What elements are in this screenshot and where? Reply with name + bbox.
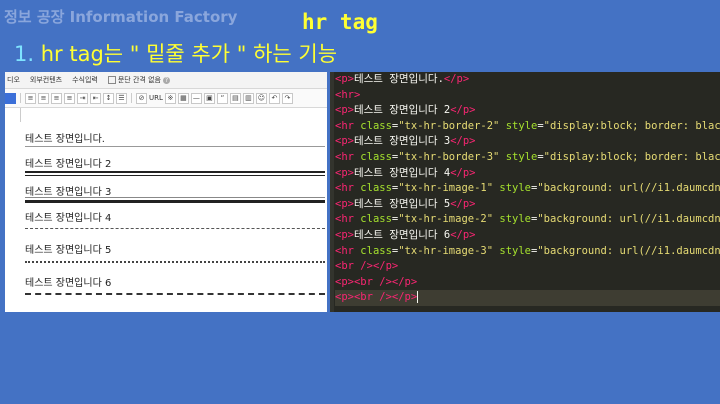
code-line: <hr class="tx-hr-border-3" style="displa… bbox=[335, 150, 720, 163]
list-icon[interactable]: ☰ bbox=[116, 92, 127, 104]
toolbar-divider bbox=[20, 93, 21, 103]
text-cursor bbox=[417, 291, 419, 304]
align-left-icon[interactable]: ≡ bbox=[25, 92, 36, 104]
horizontal-rule bbox=[25, 171, 325, 176]
editor-paragraph: 테스트 장면입니다 6 bbox=[25, 278, 112, 289]
table-icon[interactable]: ▦ bbox=[177, 92, 189, 104]
outdent-icon[interactable]: ⇤ bbox=[90, 92, 101, 104]
code-line: <p>테스트 장면입니다 6</p> bbox=[335, 228, 476, 241]
editor-paragraph: 테스트 장면입니다 3 bbox=[25, 187, 112, 198]
code-line: <p><br /></p> bbox=[335, 290, 720, 306]
editor-screenshot: 디오 외부컨텐츠 수식입력 문단 간격 없음? ≡ ≡ ≡ ≡ ⇥ ⇤ ↕ ☰ … bbox=[5, 72, 327, 312]
code-line: <p>테스트 장면입니다 2</p> bbox=[335, 104, 476, 117]
align-center-icon[interactable]: ≡ bbox=[38, 92, 49, 104]
heading-number: 1. bbox=[14, 42, 35, 66]
horizontal-rule bbox=[25, 261, 325, 263]
link-icon[interactable]: ⊘ bbox=[136, 92, 147, 104]
code-icon[interactable]: ▤ bbox=[229, 92, 241, 104]
code-line: <p><br /></p> bbox=[335, 275, 418, 288]
code-line: <hr> bbox=[335, 88, 361, 101]
code-line: <p>테스트 장면입니다 5</p> bbox=[335, 197, 476, 210]
tag-label: hr tag bbox=[302, 10, 378, 34]
code-line: <hr class="tx-hr-image-1" style="backgro… bbox=[335, 182, 720, 195]
emoticon-icon[interactable]: ☺ bbox=[255, 92, 267, 104]
horizontal-rule bbox=[25, 197, 325, 203]
editor-ruler bbox=[5, 108, 21, 122]
code-line: <hr class="tx-hr-image-2" style="backgro… bbox=[335, 213, 720, 226]
horizontal-rule bbox=[25, 228, 325, 229]
code-line: <p>테스트 장면입니다 3</p> bbox=[335, 135, 476, 148]
html-source-panel[interactable]: <p>테스트 장면입니다.</p> <hr> <p>테스트 장면입니다 2</p> <… bbox=[330, 72, 720, 312]
align-right-icon[interactable]: ≡ bbox=[51, 92, 62, 104]
watermark: 정보 공장 Information Factory bbox=[4, 8, 238, 26]
tab-external-content[interactable]: 외부컨텐츠 bbox=[30, 75, 62, 85]
tab-formula[interactable]: 수식입력 bbox=[72, 75, 98, 85]
undo-icon[interactable]: ↶ bbox=[268, 92, 280, 104]
editor-paragraph: 테스트 장면입니다 4 bbox=[25, 213, 112, 224]
code-line: <p>테스트 장면입니다 4</p> bbox=[335, 166, 476, 179]
special-char-icon[interactable]: ※ bbox=[164, 92, 176, 104]
align-justify-icon[interactable]: ≡ bbox=[64, 92, 75, 104]
toolbar-divider bbox=[131, 93, 132, 103]
horizontal-rule bbox=[25, 293, 325, 295]
editor-paragraph: 테스트 장면입니다 2 bbox=[25, 159, 112, 170]
help-icon[interactable]: ? bbox=[162, 77, 170, 84]
horizontal-rule-icon[interactable]: — bbox=[190, 92, 202, 104]
redo-icon[interactable]: ↷ bbox=[281, 92, 293, 104]
editor-toolbar: ≡ ≡ ≡ ≡ ⇥ ⇤ ↕ ☰ ⊘ URL ※ ▦ — ▣ “ ▤ ▥ ☺ ↶ … bbox=[5, 89, 327, 108]
image-icon[interactable]: ▣ bbox=[203, 92, 215, 104]
code-line: <br /></p> bbox=[335, 260, 399, 273]
editor-tabs: 디오 외부컨텐츠 수식입력 문단 간격 없음? bbox=[5, 72, 327, 89]
checkbox-icon[interactable] bbox=[107, 76, 116, 84]
indent-icon[interactable]: ⇥ bbox=[77, 92, 88, 104]
code-line: <p>테스트 장면입니다.</p> bbox=[335, 73, 470, 85]
paragraph-spacing-option[interactable]: 문단 간격 없음? bbox=[107, 75, 170, 85]
line-spacing-icon[interactable]: ↕ bbox=[103, 92, 114, 104]
code-gutter bbox=[330, 72, 334, 312]
tab-video[interactable]: 디오 bbox=[7, 75, 20, 85]
heading-text: hr tag는 " 밑줄 추가 " 하는 기능 bbox=[34, 42, 338, 66]
code-line: <hr class="tx-hr-image-3" style="backgro… bbox=[335, 244, 720, 257]
editor-paragraph: 테스트 장면입니다. bbox=[25, 134, 105, 145]
editor-paragraph: 테스트 장면입니다 5 bbox=[25, 245, 112, 256]
code-line: <hr class="tx-hr-border-2" style="displa… bbox=[335, 119, 720, 132]
paragraph-spacing-label: 문단 간격 없음 bbox=[117, 76, 161, 84]
text-color-icon[interactable] bbox=[5, 92, 16, 104]
slide-heading: 1. hr tag는 " 밑줄 추가 " 하는 기능 bbox=[14, 38, 337, 68]
widget-icon[interactable]: ▥ bbox=[242, 92, 254, 104]
quote-icon[interactable]: “ bbox=[216, 92, 228, 104]
url-label[interactable]: URL bbox=[149, 94, 163, 102]
horizontal-rule bbox=[25, 146, 325, 147]
editor-body[interactable]: 테스트 장면입니다. 테스트 장면입니다 2 테스트 장면입니다 3 테스트 장… bbox=[5, 108, 327, 312]
code-lines: <p>테스트 장면입니다.</p> <hr> <p>테스트 장면입니다 2</p> <… bbox=[335, 72, 720, 306]
